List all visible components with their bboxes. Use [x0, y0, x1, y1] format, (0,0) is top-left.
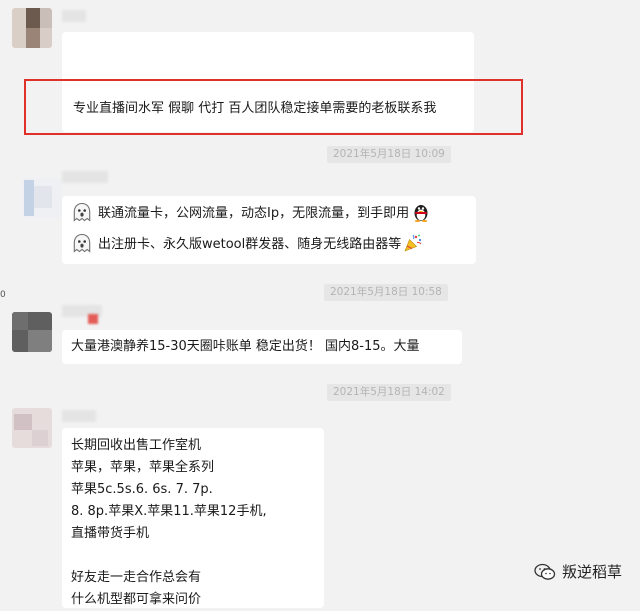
timestamp: 2021年5月18日 10:58	[324, 284, 448, 301]
message-bubble[interactable]: 长期回收出售工作室机 苹果，苹果，苹果全系列 苹果5c.5s.6. 6s. 7.…	[62, 428, 324, 608]
message-line: 联通流量卡，公网流量，动态Ip，无限流量，到手即用	[72, 202, 431, 225]
ghost-emoji-icon	[73, 233, 91, 253]
message-line: 出注册卡、永久版wetool群发器、随身无线路由器等	[72, 233, 431, 256]
message-line: 苹果5c.5s.6. 6s. 7. 7p.	[71, 482, 213, 497]
avatar[interactable]	[12, 8, 52, 48]
timestamp: 2021年5月18日 10:09	[327, 146, 451, 163]
message-line: 长期回收出售工作室机	[71, 438, 202, 453]
watermark: 叛逆稻草	[534, 561, 622, 582]
avatar[interactable]	[22, 178, 62, 218]
sender-name	[62, 171, 108, 183]
message-line: 8. 8p.苹果X.苹果11.苹果12手机,	[71, 504, 267, 519]
message-text: 大量港澳静养15-30天圈咔账单 稳定出货！ 国内8-15。大量	[71, 339, 420, 354]
wechat-logo-icon	[534, 563, 556, 580]
sender-name	[62, 10, 86, 22]
party-popper-icon	[404, 234, 422, 252]
message-line: 好友走一走合作总会有	[71, 570, 202, 585]
message-line: 什么机型都可拿来问价	[71, 592, 202, 607]
ghost-emoji-icon	[73, 202, 91, 222]
stray-mark: 0	[0, 290, 6, 300]
message-bubble[interactable]: 大量港澳静养15-30天圈咔账单 稳定出货！ 国内8-15。大量	[62, 330, 462, 364]
avatar[interactable]	[12, 312, 52, 352]
timestamp: 2021年5月18日 14:02	[327, 384, 451, 401]
sender-name-tag	[88, 314, 98, 324]
message-line	[71, 545, 267, 567]
message-bubble[interactable]: 联通流量卡，公网流量，动态Ip，无限流量，到手即用 出注册卡、永久版wetool…	[62, 196, 476, 264]
watermark-text: 叛逆稻草	[561, 563, 622, 581]
message-line: 苹果，苹果，苹果全系列	[71, 460, 215, 475]
message-line: 直播带货手机	[71, 526, 150, 541]
qq-penguin-icon	[414, 205, 428, 222]
sender-name	[62, 410, 96, 422]
avatar[interactable]	[12, 408, 52, 448]
highlight-box	[24, 79, 523, 135]
